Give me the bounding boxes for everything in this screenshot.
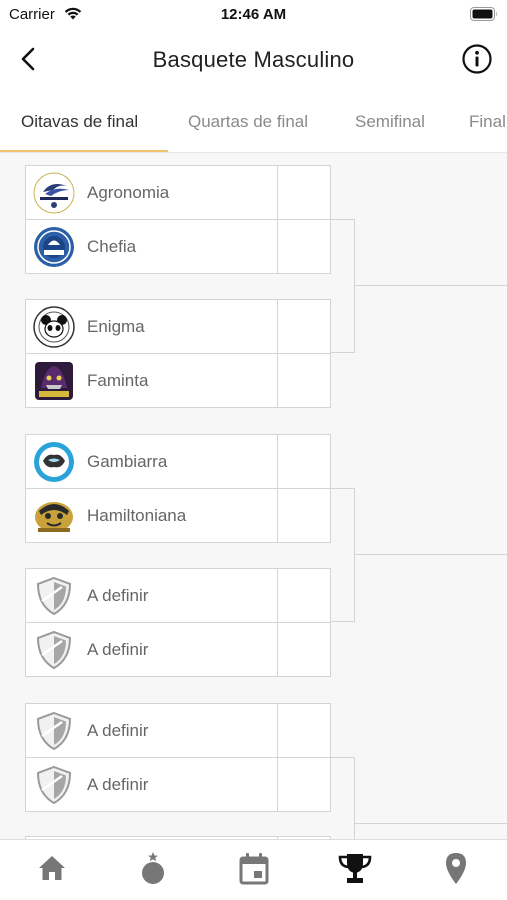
score-cell: [277, 165, 330, 220]
team-row-chefia[interactable]: Chefia: [25, 219, 331, 274]
enigma-logo-icon: [33, 306, 75, 348]
bracket-connector: [330, 488, 355, 622]
team-row-gambiarra[interactable]: Gambiarra: [25, 434, 331, 489]
team-row-a-definir[interactable]: A definir: [25, 757, 331, 812]
team-row-a-definir[interactable]: A definir: [25, 703, 331, 758]
bracket-connector: [330, 219, 355, 353]
score-cell: [277, 434, 330, 489]
team-name: Chefia: [87, 237, 137, 256]
score-cell: [277, 299, 330, 354]
score-cell: [277, 703, 330, 758]
score-cell: [277, 219, 330, 274]
team-row-a-definir[interactable]: A definir: [25, 568, 331, 623]
shield-placeholder-icon: [36, 765, 72, 805]
bottom-tab-bar: [0, 839, 507, 900]
home-icon[interactable]: [32, 849, 72, 889]
team-name: Hamiltoniana: [87, 506, 187, 525]
team-name: Gambiarra: [87, 452, 168, 471]
medal-icon[interactable]: [133, 849, 173, 889]
chefia-logo-icon: [34, 227, 74, 267]
battery-icon: [470, 7, 497, 21]
team-name: Enigma: [87, 317, 145, 336]
navigation-bar: Basquete Masculino: [0, 30, 507, 92]
shield-placeholder-icon: [36, 630, 72, 670]
tab-final[interactable]: Final: [469, 112, 506, 132]
team-name: A definir: [87, 586, 149, 605]
team-row-hamiltoniana[interactable]: Hamiltoniana: [25, 488, 331, 543]
page-title: Basquete Masculino: [152, 47, 355, 72]
score-cell: [277, 622, 330, 677]
screen: Carrier 12:46 AM Basquete Masculino Oita…: [0, 0, 507, 900]
score-cell: [277, 488, 330, 543]
team-name: A definir: [87, 775, 149, 794]
team-name: Agronomia: [87, 183, 170, 202]
bracket-line: [355, 554, 507, 555]
score-cell: [277, 757, 330, 812]
status-bar: Carrier 12:46 AM: [0, 0, 507, 30]
bracket-line: [355, 823, 507, 824]
team-name: A definir: [87, 640, 149, 659]
team-name: Faminta: [87, 371, 149, 390]
bracket: Agronomia Chefia Enigma Faminta Gambiarr…: [0, 153, 507, 839]
hamiltoniana-logo-icon: [35, 502, 73, 532]
calendar-icon[interactable]: [234, 849, 274, 889]
round-tabs: Oitavas de final Quartas de final Semifi…: [0, 92, 507, 153]
shield-placeholder-icon: [36, 711, 72, 751]
agronomia-logo-icon: [33, 172, 75, 214]
tab-semifinal[interactable]: Semifinal: [355, 112, 425, 132]
team-name: A definir: [87, 721, 149, 740]
clock-label: 12:46 AM: [220, 6, 287, 23]
team-row-a-definir[interactable]: A definir: [25, 622, 331, 677]
tab-quartas-de-final[interactable]: Quartas de final: [188, 112, 308, 132]
bracket-line: [355, 285, 507, 286]
score-cell: [277, 353, 330, 408]
info-icon[interactable]: [461, 43, 493, 75]
bracket-connector: [330, 757, 355, 839]
tab-oitavas-de-final[interactable]: Oitavas de final: [21, 112, 138, 132]
shield-placeholder-icon: [36, 576, 72, 616]
gambiarra-logo-icon: [34, 442, 74, 482]
faminta-logo-icon: [35, 362, 73, 400]
location-pin-icon[interactable]: [436, 849, 476, 889]
score-cell: [277, 568, 330, 623]
team-row-enigma[interactable]: Enigma: [25, 299, 331, 354]
team-row-agronomia[interactable]: Agronomia: [25, 165, 331, 220]
team-row-faminta[interactable]: Faminta: [25, 353, 331, 408]
trophy-icon[interactable]: [335, 849, 375, 889]
